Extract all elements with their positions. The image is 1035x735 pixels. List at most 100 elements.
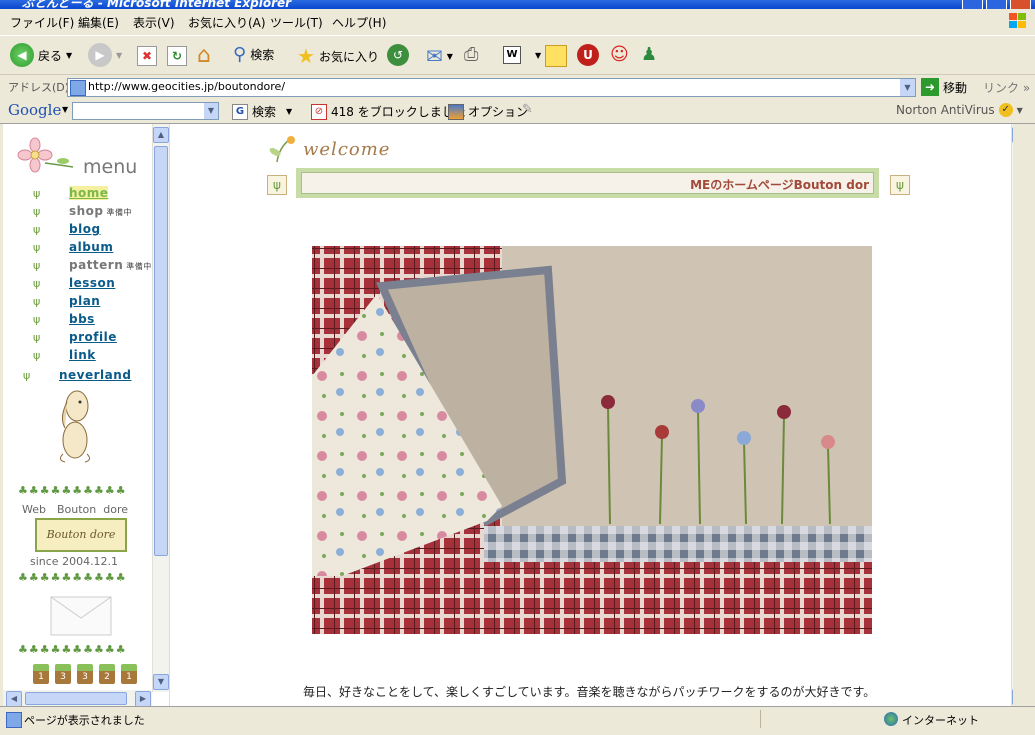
menu-item-home[interactable]: home: [69, 186, 109, 200]
scroll-thumb[interactable]: [154, 146, 168, 556]
back-button[interactable]: ◀ 戻る ▼: [10, 43, 72, 67]
google-search-button[interactable]: G 検索 ▼: [232, 103, 292, 120]
chevron-down-icon[interactable]: ▼: [535, 51, 541, 60]
search-button[interactable]: ⚲ 検索: [233, 44, 274, 65]
close-button[interactable]: [1010, 0, 1031, 9]
menu-item-shop: shop 準備中: [69, 204, 132, 218]
links-label: リンク: [983, 81, 1020, 95]
refresh-icon: ↻: [167, 46, 187, 66]
home-button[interactable]: ⌂: [197, 43, 211, 68]
messenger-alert-button[interactable]: ☺: [610, 44, 629, 65]
address-input[interactable]: http://www.geocities.jp/boutondore/ ▼: [67, 78, 916, 97]
chevron-down-icon[interactable]: ▼: [62, 105, 68, 114]
forward-button[interactable]: ▶ ▼: [88, 43, 122, 67]
messenger-button[interactable]: ♟: [641, 44, 657, 65]
refresh-button[interactable]: ↻: [167, 46, 187, 66]
menu-frame: menu ψ home ψ shop 準備中 ψ blog ψ album ψ pattern 準備中…: [3, 124, 170, 706]
scroll-up-arrow-icon[interactable]: ▲: [1012, 127, 1013, 143]
chevron-down-icon[interactable]: ▼: [116, 51, 122, 60]
norton-label: Norton AntiVirus: [896, 103, 995, 117]
sprout-bullet-icon: ψ: [33, 313, 41, 326]
block-button[interactable]: U: [577, 44, 599, 66]
sprout-icon: [269, 136, 295, 163]
scroll-down-arrow-icon[interactable]: ▼: [1012, 689, 1013, 705]
menu-item-plan[interactable]: plan: [69, 294, 100, 308]
menu-favorites[interactable]: お気に入り(A): [188, 14, 266, 31]
menu-link-link[interactable]: link: [69, 348, 96, 362]
leaf-row-top: ♣♣♣♣♣♣♣♣♣♣: [18, 484, 127, 497]
counter-pot-digit: 1: [121, 664, 137, 684]
counter-pot-digit: 1: [33, 664, 49, 684]
menu-item-bbs[interactable]: bbs: [69, 312, 95, 326]
norton-button[interactable]: Norton AntiVirus ✓ ▼: [896, 103, 1023, 117]
search-label: 検索: [250, 48, 275, 62]
minimize-button[interactable]: [962, 0, 983, 9]
favorites-button[interactable]: ★ お気に入り: [297, 44, 379, 68]
menu-item-blog[interactable]: blog: [69, 222, 101, 236]
menu-help[interactable]: ヘルプ(H): [332, 14, 386, 31]
history-button[interactable]: ↺: [387, 44, 409, 66]
flower-icon: [17, 137, 74, 173]
menu-link-blog[interactable]: blog: [69, 222, 101, 236]
menu-tools[interactable]: ツール(T): [270, 14, 323, 31]
menu-file[interactable]: ファイル(F): [10, 14, 74, 31]
menu-link-home[interactable]: home: [69, 186, 109, 200]
google-logo[interactable]: Google: [8, 101, 61, 119]
menu-item-album[interactable]: album: [69, 240, 113, 254]
chevron-down-icon[interactable]: ▼: [447, 52, 453, 61]
chevron-down-icon[interactable]: ▼: [900, 79, 915, 96]
stop-button[interactable]: ✖: [137, 46, 157, 66]
note-icon: [545, 45, 567, 67]
maximize-button[interactable]: [986, 0, 1007, 9]
scroll-right-arrow-icon[interactable]: ▶: [135, 691, 151, 706]
menu-link-lesson[interactable]: lesson: [69, 276, 115, 290]
menu-frame-hscrollbar[interactable]: ◀ ▶: [3, 690, 152, 706]
hscroll-thumb[interactable]: [25, 692, 127, 705]
go-button[interactable]: ➜ 移動: [921, 78, 967, 96]
links-button[interactable]: リンク »: [983, 79, 1030, 96]
sprout-bullet-icon: ψ: [33, 349, 41, 362]
menu-frame-scrollbar[interactable]: ▲ ▼: [152, 124, 169, 692]
menu-edit[interactable]: 編集(E): [78, 14, 119, 31]
chevron-down-icon[interactable]: ▼: [204, 103, 218, 119]
counter-pot-digit: 2: [99, 664, 115, 684]
menu-link-profile[interactable]: profile: [69, 330, 117, 344]
google-search-input[interactable]: ▼: [72, 102, 219, 120]
main-scrollbar[interactable]: ▲ ▼: [1011, 124, 1013, 706]
scroll-left-arrow-icon[interactable]: ◀: [6, 691, 22, 706]
menu-item-lesson[interactable]: lesson: [69, 276, 115, 290]
bouton-dore-banner[interactable]: Bouton dore: [35, 518, 127, 552]
scroll-down-arrow-icon[interactable]: ▼: [153, 674, 169, 690]
google-g-icon: G: [232, 103, 248, 120]
menu-item-profile[interactable]: profile: [69, 330, 117, 344]
address-label: アドレス(D): [8, 81, 70, 94]
pencil-icon[interactable]: ✎: [522, 102, 533, 117]
menu-link-album[interactable]: album: [69, 240, 113, 254]
go-label: 移動: [943, 80, 968, 95]
print-button[interactable]: ⎙: [464, 44, 478, 65]
google-options-button[interactable]: オプション: [448, 103, 528, 120]
menu-link-bbs[interactable]: bbs: [69, 312, 95, 326]
popup-blocked-button[interactable]: ⊘ 418 をブロックしました: [311, 103, 466, 120]
note-button[interactable]: [545, 45, 567, 67]
word-icon: W: [503, 46, 521, 64]
menu-title: menu: [83, 156, 138, 178]
menu-item-link[interactable]: link: [69, 348, 96, 362]
envelope-icon[interactable]: [50, 596, 112, 636]
scroll-up-arrow-icon[interactable]: ▲: [153, 127, 169, 143]
chevron-down-icon[interactable]: ▼: [1017, 106, 1023, 115]
coming-soon-label: 準備中: [106, 208, 133, 217]
edit-button[interactable]: W ▼: [503, 46, 541, 64]
page-caption: 毎日、好きなことをして、楽しくすごしています。音楽を聴きながらパッチワークをする…: [303, 685, 876, 699]
zone-label: インターネット: [902, 714, 979, 727]
mail-button[interactable]: ✉ ▼: [426, 44, 453, 68]
menu-link-neverland[interactable]: neverland: [59, 368, 131, 382]
marquee-text: MEのホームページBouton dor: [690, 178, 869, 192]
menu-link-plan[interactable]: plan: [69, 294, 100, 308]
status-panel: [760, 710, 881, 728]
chevron-down-icon[interactable]: ▼: [66, 51, 72, 60]
menu-item-neverland[interactable]: neverland: [59, 368, 131, 382]
menu-view[interactable]: 表示(V): [133, 14, 175, 31]
sprout-bullet-icon: ψ: [33, 259, 41, 272]
chevron-down-icon[interactable]: ▼: [286, 107, 292, 116]
